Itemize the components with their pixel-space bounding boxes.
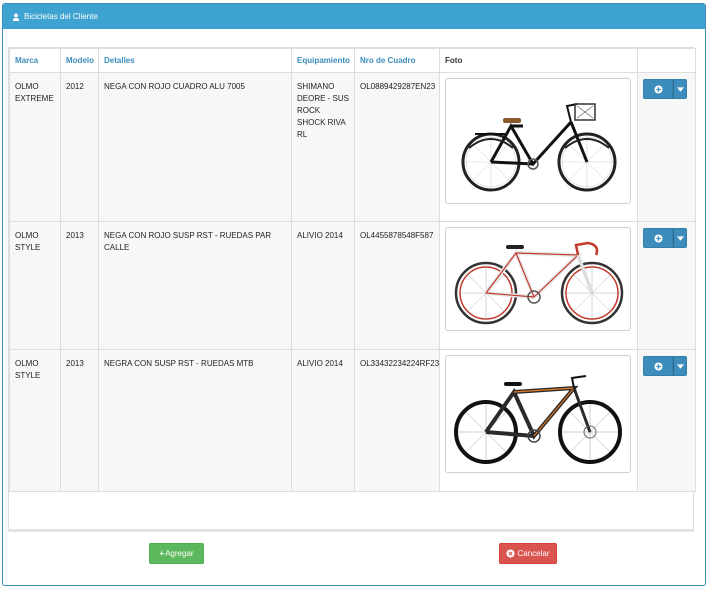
road-bike-image	[454, 241, 624, 325]
cell-nro-cuadro: OL33432234224RF23	[354, 349, 440, 492]
table-row: OLMO STYLE 2013 NEGRA CON SUSP RST - RUE…	[9, 349, 696, 492]
row-add-button[interactable]	[643, 356, 673, 376]
city-bike-image	[461, 103, 617, 192]
cell-modelo: 2012	[60, 72, 99, 222]
bike-photo	[445, 355, 631, 473]
plus-icon: +	[159, 549, 165, 558]
cell-foto	[439, 221, 638, 350]
cell-detalles: NEGA CON ROJO SUSP RST - RUEDAS PAR CALL…	[98, 221, 292, 350]
column-header-nro-cuadro[interactable]: Nro de Cuadro	[354, 48, 440, 73]
column-header-marca[interactable]: Marca	[9, 48, 61, 73]
row-dropdown-button[interactable]	[673, 356, 687, 376]
cell-actions	[637, 221, 696, 350]
cell-equipamiento: ALIVIO 2014	[291, 349, 355, 492]
row-dropdown-button[interactable]	[673, 228, 687, 248]
table-row: OLMO STYLE 2013 NEGA CON ROJO SUSP RST -…	[9, 221, 696, 350]
cell-actions	[637, 349, 696, 492]
hybrid-bike-image	[454, 375, 622, 464]
column-header-foto: Foto	[439, 48, 638, 73]
add-button[interactable]: + Agregar	[149, 543, 204, 564]
column-header-equipamiento[interactable]: Equipamiento	[291, 48, 355, 73]
cell-marca: OLMO STYLE	[9, 349, 61, 492]
bike-photo	[445, 227, 631, 331]
cancel-button[interactable]: Cancelar	[499, 543, 557, 564]
panel-header: Bicicletas del Cliente	[3, 4, 705, 29]
caret-down-icon	[676, 363, 684, 369]
bike-photo	[445, 78, 631, 204]
cell-modelo: 2013	[60, 349, 99, 492]
cell-detalles: NEGA CON ROJO CUADRO ALU 7005	[98, 72, 292, 222]
bicycles-table: Marca Modelo Detalles Equipamiento Nro d…	[8, 47, 696, 530]
divider	[8, 530, 694, 532]
cell-marca: OLMO EXTREME	[9, 72, 61, 222]
row-action-group	[643, 356, 695, 376]
caret-down-icon	[676, 86, 684, 92]
table-row: OLMO EXTREME 2012 NEGA CON ROJO CUADRO A…	[9, 72, 696, 222]
row-action-group	[643, 79, 695, 99]
column-header-actions	[637, 48, 696, 73]
cell-nro-cuadro: OL0889429287EN23	[354, 72, 440, 222]
row-action-group	[643, 228, 695, 248]
cell-marca: OLMO STYLE	[9, 221, 61, 350]
cell-equipamiento: SHIMANO DEORE - SUS ROCK SHOCK RIVA RL	[291, 72, 355, 222]
plus-circle-icon	[653, 233, 663, 243]
caret-down-icon	[676, 235, 684, 241]
column-header-modelo[interactable]: Modelo	[60, 48, 99, 73]
plus-circle-icon	[653, 361, 663, 371]
plus-circle-icon	[653, 84, 663, 94]
cell-actions	[637, 72, 696, 222]
row-add-button[interactable]	[643, 228, 673, 248]
cell-equipamiento: ALIVIO 2014	[291, 221, 355, 350]
add-button-label: Agregar	[165, 549, 194, 558]
row-add-button[interactable]	[643, 79, 673, 99]
cell-foto	[439, 349, 638, 492]
cell-foto	[439, 72, 638, 222]
close-circle-icon	[506, 549, 516, 558]
cell-nro-cuadro: OL4455878548F587	[354, 221, 440, 350]
user-icon	[12, 13, 20, 21]
panel-title: Bicicletas del Cliente	[24, 12, 98, 21]
cell-detalles: NEGRA CON SUSP RST - RUEDAS MTB	[98, 349, 292, 492]
column-header-detalles[interactable]: Detalles	[98, 48, 292, 73]
row-dropdown-button[interactable]	[673, 79, 687, 99]
cancel-button-label: Cancelar	[517, 549, 550, 558]
cell-modelo: 2013	[60, 221, 99, 350]
